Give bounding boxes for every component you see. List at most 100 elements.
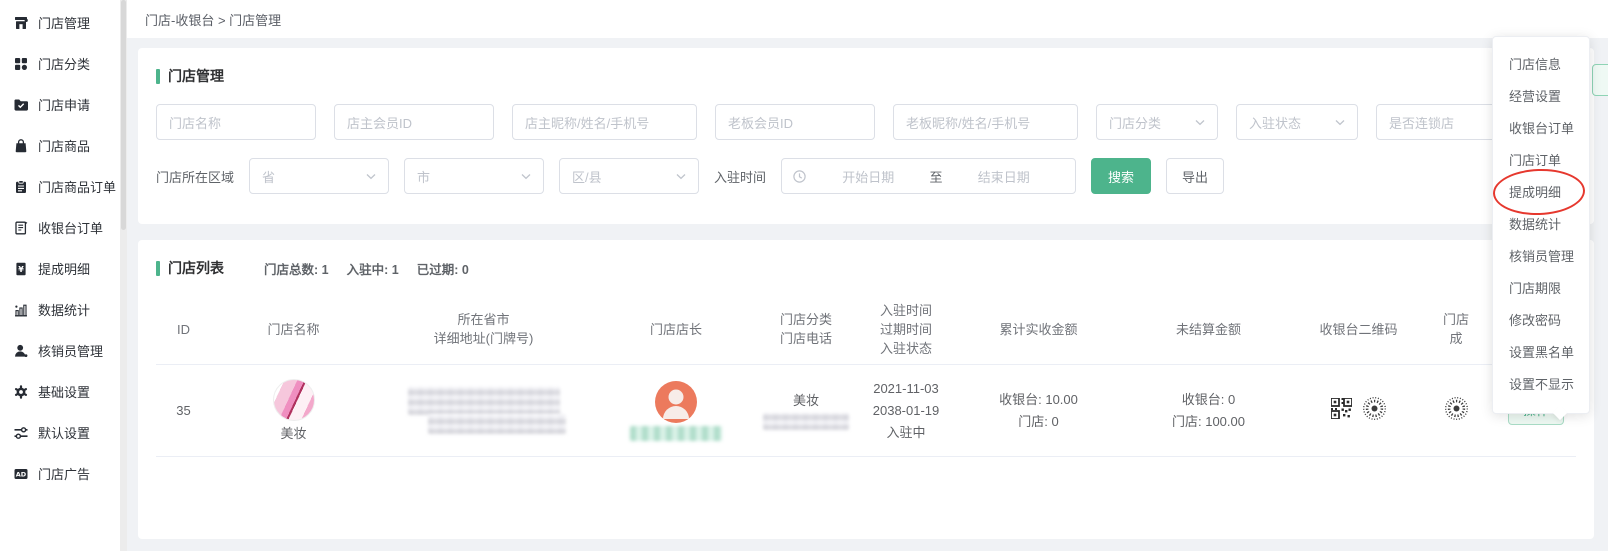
action-context-menu: 门店信息 经营设置 收银台订单 门店订单 提成明细 数据统计 核销员管理 门店期…	[1492, 36, 1590, 414]
sliders-icon	[13, 425, 29, 441]
stat-total: 门店总数: 1	[264, 259, 329, 278]
end-date-input[interactable]: 结束日期	[943, 167, 1066, 186]
sidebar-item-store-goods-orders[interactable]: 门店商品订单	[0, 166, 120, 207]
svg-text:¥: ¥	[18, 264, 24, 273]
search-button[interactable]: 搜索	[1091, 158, 1151, 194]
store-name-text: 美妆	[280, 424, 306, 443]
sidebar-item-label: 数据统计	[38, 300, 90, 319]
menu-item-business-settings[interactable]: 经营设置	[1493, 81, 1589, 113]
miniprogram-code-icon[interactable]	[1444, 396, 1469, 426]
sidebar-item-label: 默认设置	[38, 423, 90, 442]
province-select[interactable]: 省	[249, 158, 389, 194]
miniprogram-code-icon[interactable]	[1362, 396, 1387, 426]
add-store-button-partial[interactable]	[1592, 64, 1608, 96]
store-icon	[13, 15, 29, 31]
join-time-label: 入驻时间	[714, 167, 766, 186]
table-header: ID 门店名称 所在省市详细地址(门牌号) 门店店长 门店分类门店电话 入驻时间…	[156, 294, 1576, 364]
menu-item-cashier-orders[interactable]: 收银台订单	[1493, 113, 1589, 145]
col-header-cashier-qr: 收银台二维码	[1301, 320, 1416, 339]
boss-nickname-input[interactable]: 老板昵称/姓名/手机号	[893, 104, 1078, 140]
col-header-time-status: 入驻时间过期时间入驻状态	[851, 301, 961, 358]
cell-category-phone: 美妆	[761, 391, 851, 430]
district-select[interactable]: 区/县	[559, 158, 699, 194]
sidebar-item-label: 核销员管理	[38, 341, 103, 360]
chevron-down-icon	[366, 173, 376, 180]
sidebar-item-store-application[interactable]: 门店申请	[0, 84, 120, 125]
sidebar-item-store-category[interactable]: 门店分类	[0, 43, 120, 84]
menu-item-data-statistics[interactable]: 数据统计	[1493, 209, 1589, 241]
cell-received-amount: 收银台: 10.00 门店: 0	[961, 390, 1116, 431]
cell-cashier-qr	[1301, 396, 1416, 426]
boss-member-id-input[interactable]: 老板会员ID	[715, 104, 875, 140]
sidebar-item-label: 门店申请	[38, 95, 90, 114]
blurred-address-line2	[428, 414, 566, 434]
owner-member-id-input[interactable]: 店主会员ID	[334, 104, 494, 140]
filter-card: 门店管理 门店名称 店主会员ID 店主昵称/姓名/手机号 老板会员ID 老板昵称…	[138, 48, 1594, 224]
gear-icon	[13, 384, 29, 400]
sidebar-item-label: 门店管理	[38, 13, 90, 32]
col-header-received-amount: 累计实收金额	[961, 320, 1116, 339]
category-grid-icon	[13, 56, 29, 72]
store-name-input[interactable]: 门店名称	[156, 104, 316, 140]
join-date: 2021-11-03	[873, 379, 939, 398]
qr-code-icon[interactable]	[1331, 398, 1352, 424]
stat-expired: 已过期: 0	[417, 259, 469, 278]
menu-item-set-blacklist[interactable]: 设置黑名单	[1493, 337, 1589, 369]
page-title: 门店管理	[168, 66, 224, 86]
city-select[interactable]: 市	[404, 158, 544, 194]
owner-nickname-input[interactable]: 店主昵称/姓名/手机号	[512, 104, 697, 140]
menu-item-commission-details[interactable]: 提成明细	[1493, 177, 1589, 209]
sidebar-item-store-ads[interactable]: AD 门店广告	[0, 453, 120, 494]
status-text: 入驻中	[886, 423, 925, 442]
col-header-manager: 门店店长	[591, 320, 761, 339]
cell-time-status: 2021-11-03 2038-01-19 入驻中	[851, 379, 961, 442]
start-date-input[interactable]: 开始日期	[807, 167, 930, 186]
settle-status-select[interactable]: 入驻状态	[1236, 104, 1358, 140]
date-separator: 至	[930, 167, 943, 186]
cell-store-qr	[1416, 396, 1496, 426]
money-note-icon: ¥	[13, 261, 29, 277]
date-range-picker[interactable]: 开始日期 至 结束日期	[781, 158, 1076, 194]
clock-icon	[792, 169, 807, 184]
section-accent-bar	[156, 69, 160, 84]
sidebar-item-commission-details[interactable]: ¥ 提成明细	[0, 248, 120, 289]
cell-id: 35	[156, 401, 211, 420]
sidebar-scrollbar-thumb[interactable]	[121, 0, 126, 230]
breadcrumb[interactable]: 门店-收银台 > 门店管理	[127, 0, 1608, 38]
blurred-phone	[763, 413, 849, 430]
expire-date: 2038-01-19	[873, 401, 940, 420]
section-accent-bar	[156, 261, 160, 276]
chevron-down-icon	[1195, 119, 1205, 126]
sidebar-item-verifier-management[interactable]: 核销员管理	[0, 330, 120, 371]
stat-active: 入驻中: 1	[347, 259, 399, 278]
store-list-card: 门店列表 门店总数: 1 入驻中: 1 已过期: 0 ID 门店名称 所在省市详…	[138, 240, 1594, 539]
menu-item-verifier-management[interactable]: 核销员管理	[1493, 241, 1589, 273]
menu-item-store-orders[interactable]: 门店订单	[1493, 145, 1589, 177]
sidebar-scrollbar[interactable]	[120, 0, 127, 551]
sidebar-item-cashier-orders[interactable]: 收银台订单	[0, 207, 120, 248]
category-text: 美妆	[793, 391, 819, 410]
store-category-select[interactable]: 门店分类	[1096, 104, 1218, 140]
bar-chart-icon	[13, 302, 29, 318]
menu-item-set-hidden[interactable]: 设置不显示	[1493, 369, 1589, 401]
col-header-store-qr: 门店成	[1416, 310, 1496, 348]
sidebar-item-default-settings[interactable]: 默认设置	[0, 412, 120, 453]
region-label: 门店所在区域	[156, 167, 234, 186]
list-section-title: 门店列表	[156, 258, 224, 278]
col-header-category-phone: 门店分类门店电话	[761, 310, 851, 348]
sidebar-item-store-goods[interactable]: 门店商品	[0, 125, 120, 166]
filter-section-title: 门店管理	[156, 66, 1576, 86]
svg-text:AD: AD	[16, 470, 27, 478]
menu-item-store-info[interactable]: 门店信息	[1493, 49, 1589, 81]
export-button[interactable]: 导出	[1166, 158, 1224, 194]
sidebar-item-label: 门店分类	[38, 54, 90, 73]
list-title: 门店列表	[168, 258, 224, 278]
sidebar-item-store-management[interactable]: 门店管理	[0, 2, 120, 43]
cell-address	[376, 387, 591, 434]
menu-item-store-term[interactable]: 门店期限	[1493, 273, 1589, 305]
menu-item-change-password[interactable]: 修改密码	[1493, 305, 1589, 337]
blurred-address-line1	[408, 387, 560, 415]
sidebar-item-data-statistics[interactable]: 数据统计	[0, 289, 120, 330]
sidebar-item-basic-settings[interactable]: 基础设置	[0, 371, 120, 412]
ad-icon: AD	[13, 466, 29, 482]
